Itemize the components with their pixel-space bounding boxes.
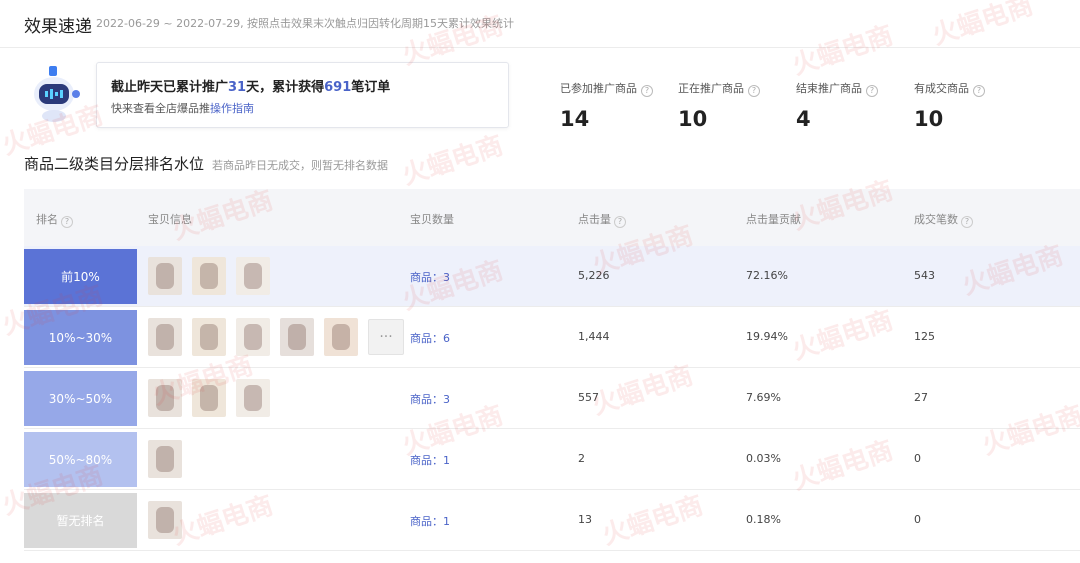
- table-row: 50%~80% 商品：1 2 0.03% 0: [24, 429, 1080, 490]
- col-count: 宝贝数量: [410, 213, 454, 226]
- summary-text: 截止昨天已累计推广31天，累计获得691笔订单: [111, 80, 391, 95]
- product-thumbnail[interactable]: [148, 257, 182, 295]
- product-thumbnails: [148, 378, 270, 418]
- stat-value: 14: [560, 107, 590, 131]
- summary-card: 截止昨天已累计推广31天，累计获得691笔订单 快来查看全店爆品推操作指南: [96, 62, 509, 128]
- operation-guide-link[interactable]: 操作指南: [210, 102, 254, 115]
- help-icon[interactable]: ?: [614, 216, 626, 228]
- help-icon[interactable]: ?: [866, 85, 878, 97]
- section-hint: 若商品昨日无成交，则暂无排名数据: [212, 159, 389, 172]
- watermark: 火蝠电商: [398, 130, 507, 192]
- rank-badge: 30%~50%: [24, 371, 137, 426]
- product-count-link[interactable]: 商品：1: [410, 513, 450, 529]
- col-contribution: 点击量贡献: [746, 213, 801, 226]
- orders-value: 0: [914, 452, 921, 465]
- stat-converted-products: 有成交商品? 10: [914, 80, 1034, 131]
- clicks-value: 1,444: [578, 330, 610, 343]
- contribution-value: 19.94%: [746, 330, 788, 343]
- robot-mascot-icon: [28, 64, 84, 124]
- page-header: 效果速递 2022-06-29 ~ 2022-07-29, 按照点击效果末次触点…: [0, 0, 1080, 48]
- contribution-value: 7.69%: [746, 391, 781, 404]
- page-title: 效果速递: [24, 17, 92, 37]
- rank-badge: 暂无排名: [24, 493, 137, 548]
- clicks-value: 13: [578, 513, 592, 526]
- product-thumbnail[interactable]: [192, 318, 226, 356]
- table-row: 前10% 商品：3 5,226 72.16% 543: [24, 246, 1080, 307]
- product-count-link[interactable]: 商品：3: [410, 391, 450, 407]
- product-count-link[interactable]: 商品：1: [410, 452, 450, 468]
- more-products-button[interactable]: ···: [368, 319, 404, 355]
- help-icon[interactable]: ?: [61, 216, 73, 228]
- product-thumbnail[interactable]: [236, 318, 270, 356]
- table-row: 30%~50% 商品：3 557 7.69% 27: [24, 368, 1080, 429]
- product-thumbnail[interactable]: [236, 257, 270, 295]
- contribution-value: 0.18%: [746, 513, 781, 526]
- orders-value: 543: [914, 269, 935, 282]
- table-row: 暂无排名 商品：1 13 0.18% 0: [24, 490, 1080, 551]
- product-thumbnails: [148, 256, 270, 296]
- table-row: 10%~30% ··· 商品：6 1,444 19.94% 125: [24, 307, 1080, 368]
- orders-value: 0: [914, 513, 921, 526]
- product-thumbnail[interactable]: [280, 318, 314, 356]
- product-thumbnail[interactable]: [148, 501, 182, 539]
- stat-active-products: 正在推广商品? 10: [678, 80, 798, 131]
- product-thumbnail[interactable]: [148, 318, 182, 356]
- product-thumbnails: [148, 500, 182, 540]
- section-title: 商品二级类目分层排名水位 若商品昨日无成交，则暂无排名数据: [24, 155, 389, 173]
- table-header: 排名? 宝贝信息 宝贝数量 点击量? 点击量贡献 成交笔数?: [24, 189, 1080, 246]
- rank-badge: 前10%: [24, 249, 137, 304]
- orders-value: 27: [914, 391, 928, 404]
- product-thumbnail[interactable]: [192, 379, 226, 417]
- clicks-value: 2: [578, 452, 585, 465]
- rank-badge: 50%~80%: [24, 432, 137, 487]
- help-icon[interactable]: ?: [961, 216, 973, 228]
- product-thumbnail[interactable]: [192, 257, 226, 295]
- help-icon[interactable]: ?: [973, 85, 985, 97]
- summary-tip: 快来查看全店爆品推操作指南: [111, 102, 254, 115]
- product-thumbnail[interactable]: [324, 318, 358, 356]
- product-thumbnail[interactable]: [148, 379, 182, 417]
- stat-value: 10: [678, 107, 708, 131]
- product-thumbnail[interactable]: [148, 440, 182, 478]
- stat-value: 4: [796, 107, 811, 131]
- contribution-value: 0.03%: [746, 452, 781, 465]
- ranking-table: 排名? 宝贝信息 宝贝数量 点击量? 点击量贡献 成交笔数? 前10% 商品：3 5…: [24, 189, 1080, 551]
- page-subtitle: 2022-06-29 ~ 2022-07-29, 按照点击效果末次触点归因转化周…: [96, 17, 515, 30]
- contribution-value: 72.16%: [746, 269, 788, 282]
- product-count-link[interactable]: 商品：3: [410, 269, 450, 285]
- stat-participating-products: 已参加推广商品? 14: [560, 80, 680, 131]
- col-orders: 成交笔数?: [914, 211, 973, 228]
- orders-value: 125: [914, 330, 935, 343]
- product-count-link[interactable]: 商品：6: [410, 330, 450, 346]
- clicks-value: 557: [578, 391, 599, 404]
- clicks-value: 5,226: [578, 269, 610, 282]
- product-thumbnails: [148, 439, 182, 479]
- help-icon[interactable]: ?: [748, 85, 760, 97]
- help-icon[interactable]: ?: [641, 85, 653, 97]
- col-clicks: 点击量?: [578, 211, 626, 228]
- stat-ended-products: 结束推广商品? 4: [796, 80, 916, 131]
- product-thumbnails: ···: [148, 317, 404, 357]
- rank-badge: 10%~30%: [24, 310, 137, 365]
- stat-value: 10: [914, 107, 944, 131]
- col-items: 宝贝信息: [148, 213, 192, 226]
- product-thumbnail[interactable]: [236, 379, 270, 417]
- col-rank: 排名?: [36, 211, 73, 228]
